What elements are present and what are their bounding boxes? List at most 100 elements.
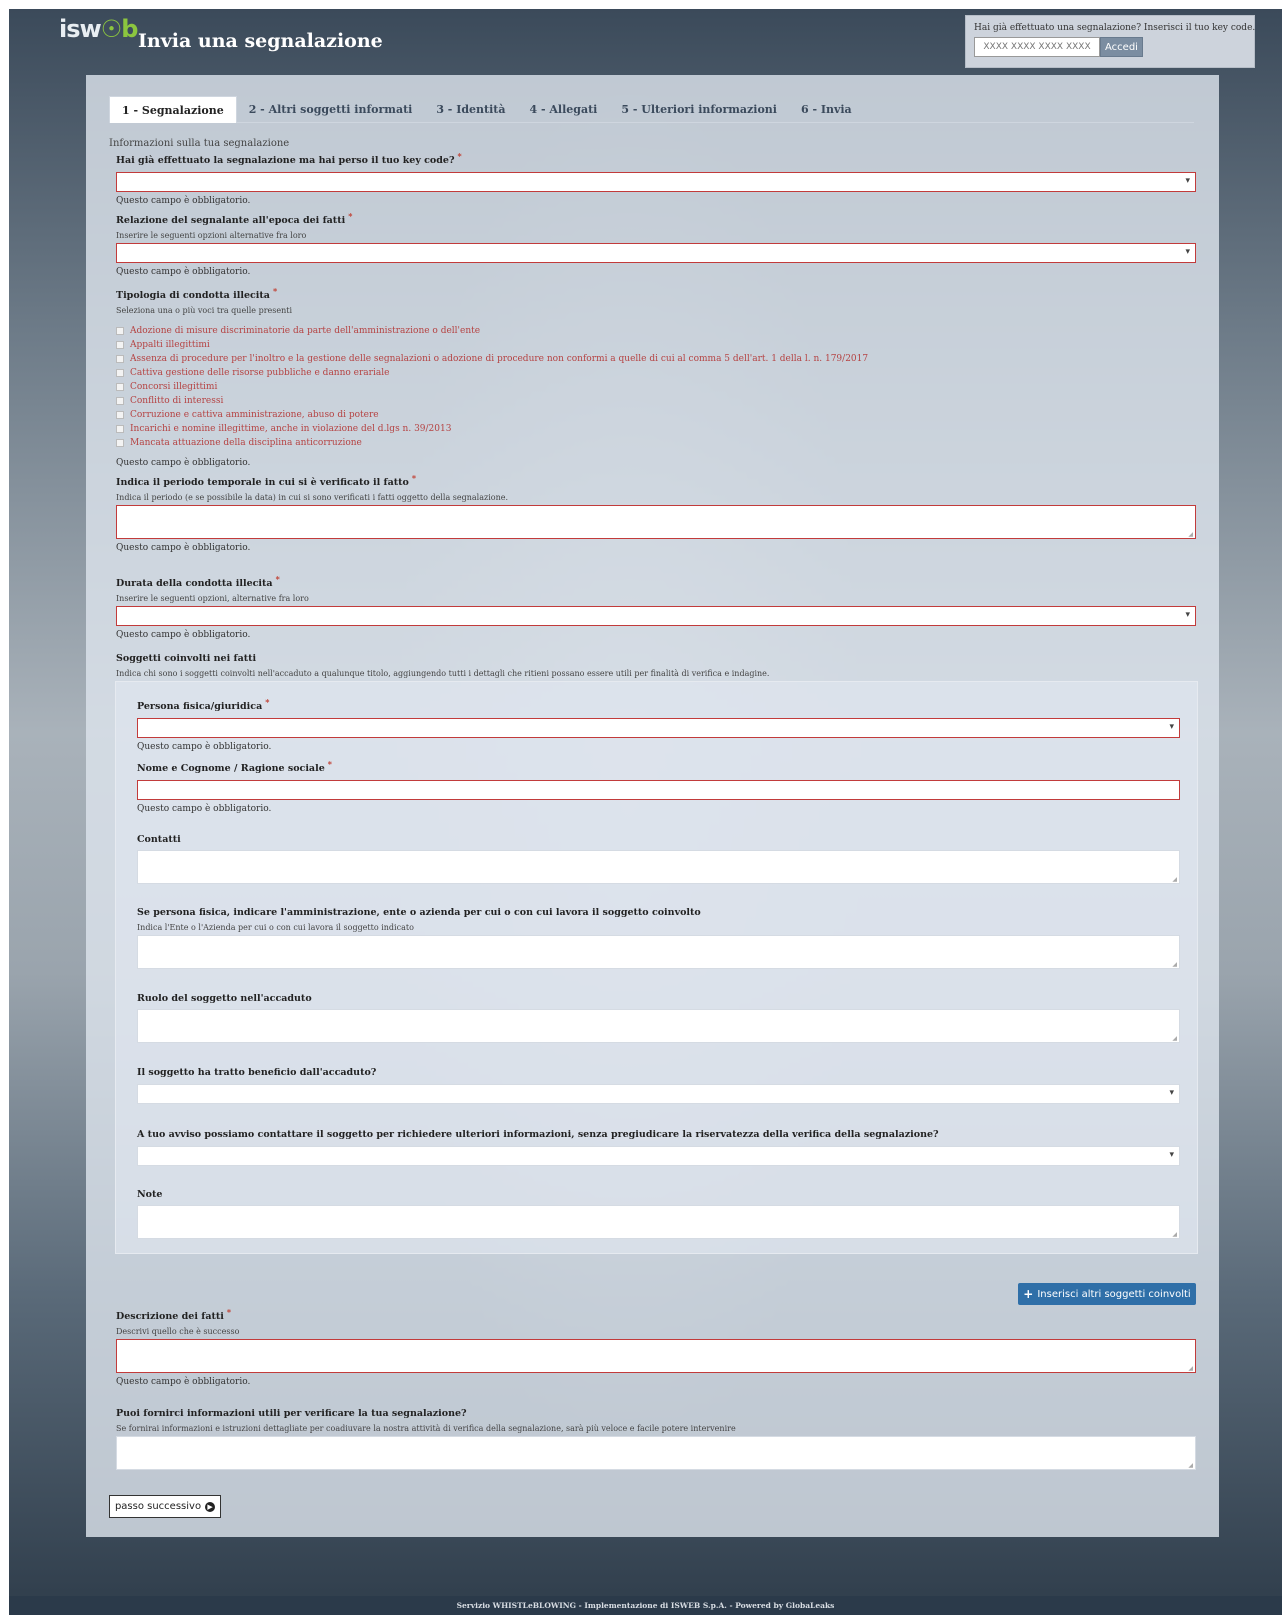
relation-field: Relazione del segnalante all'epoca dei f…: [116, 211, 1196, 277]
lost-key-select[interactable]: [116, 172, 1196, 193]
checkbox[interactable]: [116, 369, 124, 378]
required-mark: *: [457, 151, 462, 161]
tab-segnalazione[interactable]: 1 - Segnalazione: [109, 96, 237, 123]
relation-select[interactable]: [116, 243, 1196, 264]
field-hint: Inserire le seguenti opzioni alternative…: [116, 231, 307, 241]
conduct-option[interactable]: Appalti illegittimi: [116, 338, 1196, 352]
description-textarea[interactable]: [116, 1339, 1196, 1374]
tab-identita[interactable]: 3 - Identità: [424, 96, 517, 123]
checkbox[interactable]: [116, 425, 124, 434]
notes-field: Note: [137, 1189, 1180, 1239]
field-label: Relazione del segnalante all'epoca dei f…: [116, 211, 353, 227]
error-message: Questo campo è obbligatorio.: [116, 543, 251, 554]
field-label: Tipologia di condotta illecita *: [116, 286, 278, 302]
page-title: Invia una segnalazione: [138, 30, 383, 52]
checkbox[interactable]: [116, 327, 124, 336]
checkbox[interactable]: [116, 355, 124, 364]
field-hint: Se fornirai informazioni e istruzioni de…: [116, 1424, 736, 1433]
subjects-heading: Soggetti coinvolti nei fatti Indica chi …: [116, 653, 1196, 678]
field-label: A tuo avviso possiamo contattare il sogg…: [137, 1129, 939, 1140]
duration-field: Durata della condotta illecita * Inserire…: [116, 574, 1196, 640]
person-type-field: Persona fisica/giuridica* Questo campo è…: [137, 697, 1180, 752]
checkbox[interactable]: [116, 383, 124, 392]
benefit-field: Il soggetto ha tratto beneficio dall'acc…: [137, 1067, 1180, 1104]
field-label: Contatti: [137, 834, 181, 845]
conduct-option[interactable]: Mancata attuazione della disciplina anti…: [116, 436, 1196, 450]
login-button[interactable]: Accedi: [1100, 37, 1143, 57]
logo: isw☉b: [59, 15, 139, 43]
plus-icon: +: [1023, 1287, 1034, 1301]
field-label: Il soggetto ha tratto beneficio dall'acc…: [137, 1067, 377, 1078]
conduct-option[interactable]: Incarichi e nomine illegittime, anche in…: [116, 422, 1196, 436]
benefit-select[interactable]: [137, 1084, 1180, 1104]
checkbox[interactable]: [116, 341, 124, 350]
subject-name-input[interactable]: [137, 780, 1180, 801]
error-message: Questo campo è obbligatorio.: [137, 804, 272, 815]
error-message: Questo campo è obbligatorio.: [116, 630, 251, 641]
error-message: Questo campo è obbligatorio.: [116, 1377, 251, 1388]
add-subjects-button[interactable]: + Inserisci altri soggetti coinvolti: [1018, 1283, 1196, 1305]
contact-ok-field: A tuo avviso possiamo contattare il sogg…: [137, 1129, 1180, 1166]
field-label: Soggetti coinvolti nei fatti: [116, 653, 257, 664]
verify-textarea[interactable]: [116, 1436, 1196, 1470]
required-mark: *: [411, 473, 417, 483]
tab-altri-soggetti[interactable]: 2 - Altri soggetti informati: [237, 96, 425, 123]
field-hint: Indica chi sono i soggetti coinvolti nel…: [116, 669, 770, 678]
logo-text: isw: [59, 15, 102, 43]
person-type-select[interactable]: [137, 718, 1180, 739]
subject-name-field: Nome e Cognome / Ragione sociale * Questo…: [137, 759, 1180, 814]
field-label: Hai già effettuato la segnalazione ma ha…: [116, 151, 462, 167]
field-label: Descrizione dei fatti *: [116, 1307, 232, 1323]
tab-ulteriori-informazioni[interactable]: 5 - Ulteriori informazioni: [609, 96, 789, 123]
form-panel: 1 - Segnalazione 2 - Altri soggetti info…: [86, 75, 1219, 1537]
required-mark: *: [327, 759, 332, 769]
conduct-option[interactable]: Corruzione e cattiva amministrazione, ab…: [116, 408, 1196, 422]
logo-accent: ☉b: [100, 15, 139, 43]
field-hint: Descrivi quello che è successo: [116, 1327, 240, 1337]
required-mark: *: [348, 211, 353, 221]
field-hint: Indica l'Ente o l'Azienda per cui o con …: [137, 923, 414, 932]
field-label: Note: [137, 1189, 163, 1200]
period-textarea[interactable]: [116, 505, 1196, 540]
contact-ok-select[interactable]: [137, 1146, 1180, 1166]
next-step-button[interactable]: passo successivo ▶: [109, 1495, 221, 1518]
error-message: Questo campo è obbligatorio.: [116, 267, 251, 278]
employer-textarea[interactable]: [137, 935, 1180, 969]
verify-field: Puoi fornirci informazioni utili per ver…: [116, 1408, 1196, 1470]
section-intro: Informazioni sulla tua segnalazione: [109, 138, 290, 149]
role-textarea[interactable]: [137, 1009, 1180, 1043]
field-label: Se persona fisica, indicare l'amministra…: [137, 907, 701, 918]
key-code-box: Hai già effettuato una segnalazione? Ins…: [965, 15, 1255, 68]
contacts-field: Contatti: [137, 834, 1180, 884]
field-label: Indica il periodo temporale in cui si è …: [116, 473, 417, 489]
conduct-option[interactable]: Conflitto di interessi: [116, 394, 1196, 408]
conduct-field: Tipologia di condotta illecita * Selezion…: [116, 286, 1196, 468]
checkbox[interactable]: [116, 439, 124, 448]
contacts-textarea[interactable]: [137, 850, 1180, 884]
field-label: Ruolo del soggetto nell'accaduto: [137, 993, 312, 1004]
conduct-option[interactable]: Adozione di misure discriminatorie da pa…: [116, 324, 1196, 338]
conduct-option[interactable]: Assenza di procedure per l'inoltro e la …: [116, 352, 1196, 366]
field-label: Nome e Cognome / Ragione sociale *: [137, 759, 332, 775]
lost-key-field: Hai già effettuato la segnalazione ma ha…: [116, 151, 1196, 206]
error-message: Questo campo è obbligatorio.: [137, 742, 272, 753]
conduct-checkbox-list: Adozione di misure discriminatorie da pa…: [116, 324, 1196, 450]
key-code-question: Hai già effettuato una segnalazione? Ins…: [974, 23, 1256, 33]
tab-invia[interactable]: 6 - Invia: [789, 96, 864, 123]
role-field: Ruolo del soggetto nell'accaduto: [137, 993, 1180, 1043]
required-mark: *: [272, 286, 278, 296]
checkbox[interactable]: [116, 411, 124, 420]
conduct-option[interactable]: Concorsi illegittimi: [116, 380, 1196, 394]
period-field: Indica il periodo temporale in cui si è …: [116, 473, 1196, 553]
field-hint: Inserire le seguenti opzioni, alternativ…: [116, 594, 309, 604]
field-label: Puoi fornirci informazioni utili per ver…: [116, 1408, 467, 1419]
checkbox[interactable]: [116, 397, 124, 406]
field-label: Durata della condotta illecita *: [116, 574, 280, 590]
duration-select[interactable]: [116, 606, 1196, 627]
conduct-option[interactable]: Cattiva gestione delle risorse pubbliche…: [116, 366, 1196, 380]
required-mark: *: [226, 1307, 232, 1317]
key-code-input[interactable]: [974, 37, 1100, 57]
notes-textarea[interactable]: [137, 1205, 1180, 1239]
tab-allegati[interactable]: 4 - Allegati: [518, 96, 610, 123]
subject-group: Persona fisica/giuridica* Questo campo è…: [115, 681, 1198, 1254]
